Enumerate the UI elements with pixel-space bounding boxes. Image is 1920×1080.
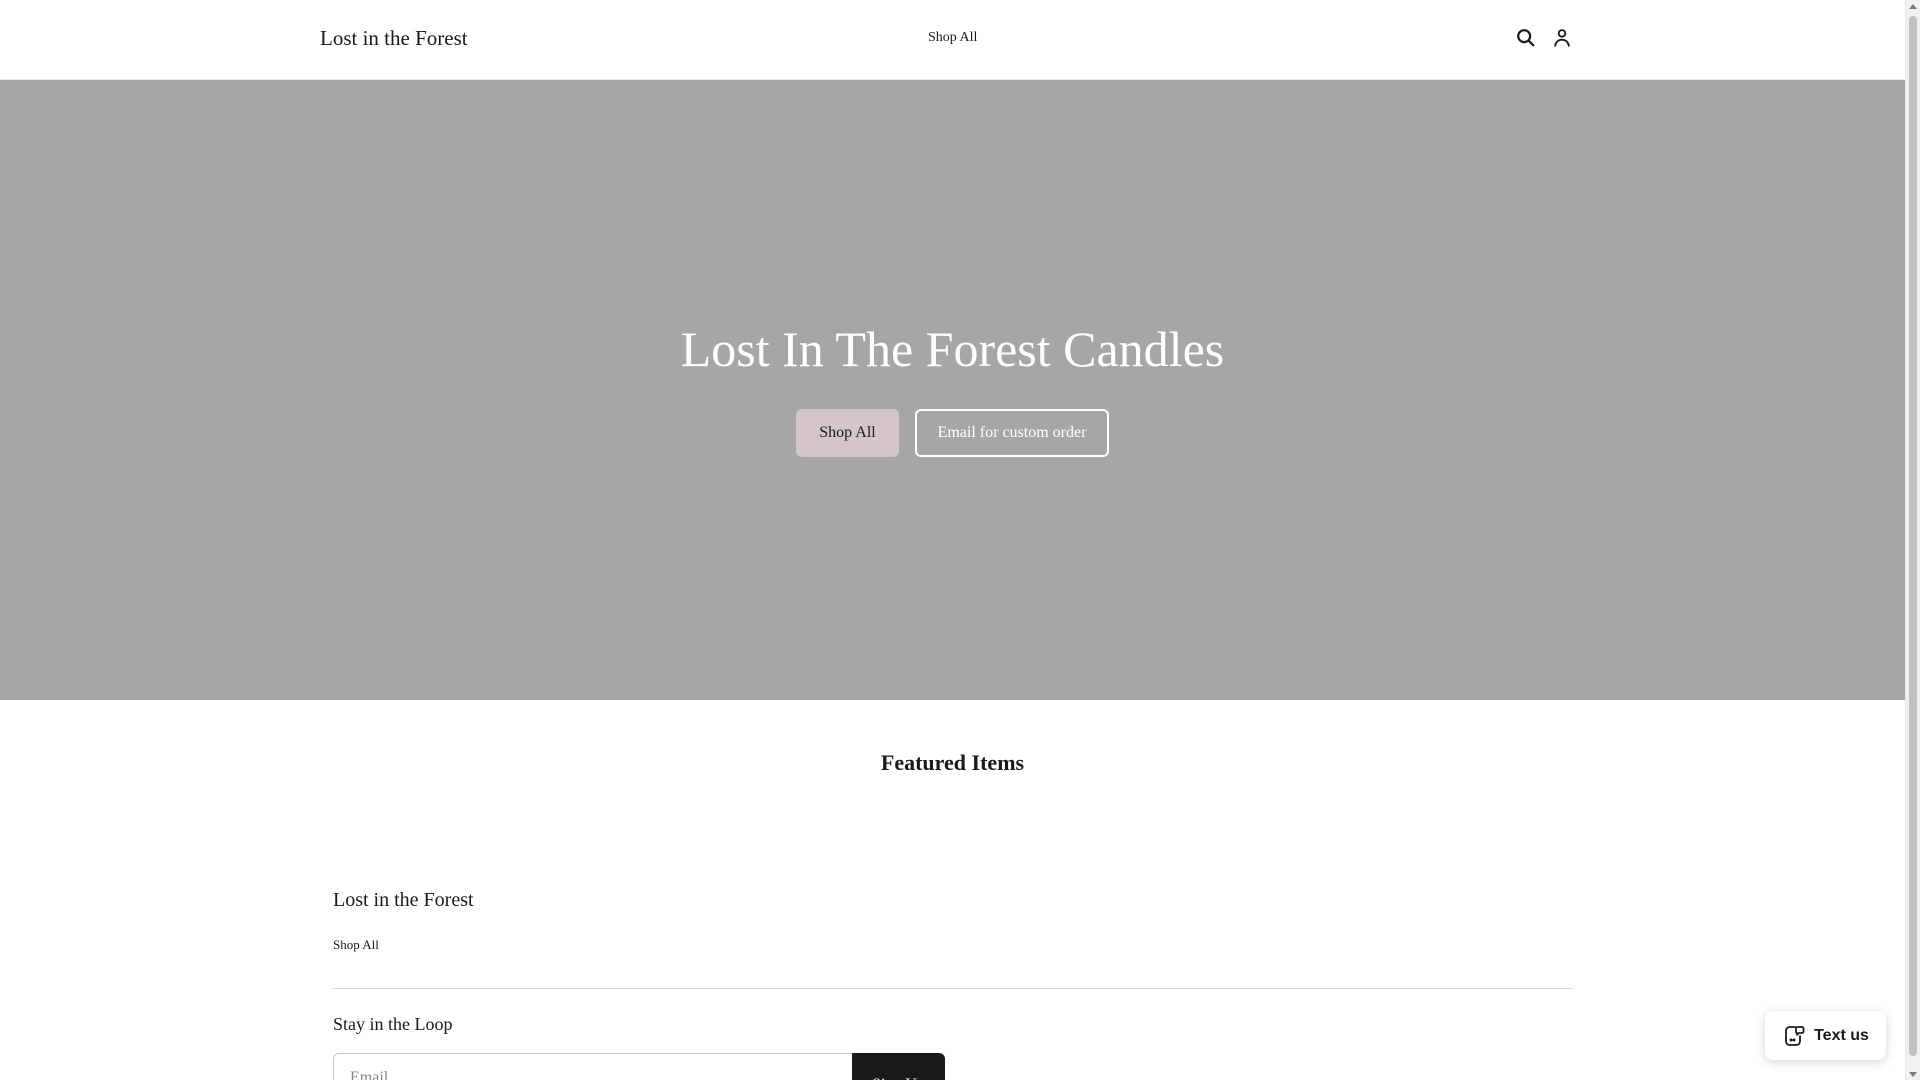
footer-divider bbox=[333, 988, 1573, 989]
page: Lost in the Forest Shop All Lost In The … bbox=[0, 0, 1905, 1080]
site-header: Lost in the Forest Shop All bbox=[0, 0, 1905, 80]
search-button[interactable] bbox=[1515, 27, 1537, 49]
email-custom-order-button[interactable]: Email for custom order bbox=[915, 409, 1109, 457]
scroll-up-arrow-icon[interactable] bbox=[1909, 4, 1917, 9]
hero-banner: Lost In The Forest Candles Shop All Emai… bbox=[0, 80, 1905, 700]
account-icon bbox=[1554, 29, 1570, 47]
hero-title: Lost In The Forest Candles bbox=[680, 321, 1225, 377]
newsletter-title: Stay in the Loop bbox=[333, 1014, 453, 1034]
featured-items-heading: Featured Items bbox=[880, 750, 1025, 775]
text-us-button[interactable]: Text us bbox=[1765, 1011, 1886, 1060]
search-icon bbox=[1517, 29, 1535, 47]
footer-logo[interactable]: Lost in the Forest bbox=[333, 889, 474, 912]
page-scrollbar[interactable] bbox=[1905, 0, 1920, 1080]
scroll-thumb[interactable] bbox=[1909, 16, 1917, 1056]
scroll-down-arrow-icon[interactable] bbox=[1909, 1072, 1917, 1077]
site-logo[interactable]: Lost in the Forest bbox=[320, 26, 468, 51]
nav-shop-all-link[interactable]: Shop All bbox=[928, 30, 977, 46]
newsletter-email-input[interactable] bbox=[333, 1053, 853, 1080]
footer-shop-all-link[interactable]: Shop All bbox=[333, 937, 379, 953]
text-message-icon bbox=[1785, 1025, 1805, 1046]
newsletter-signup-button[interactable]: Sign Up bbox=[852, 1053, 945, 1080]
hero-shop-all-button[interactable]: Shop All bbox=[796, 409, 899, 457]
account-button[interactable] bbox=[1551, 27, 1573, 49]
text-us-label: Text us bbox=[1814, 1026, 1869, 1044]
